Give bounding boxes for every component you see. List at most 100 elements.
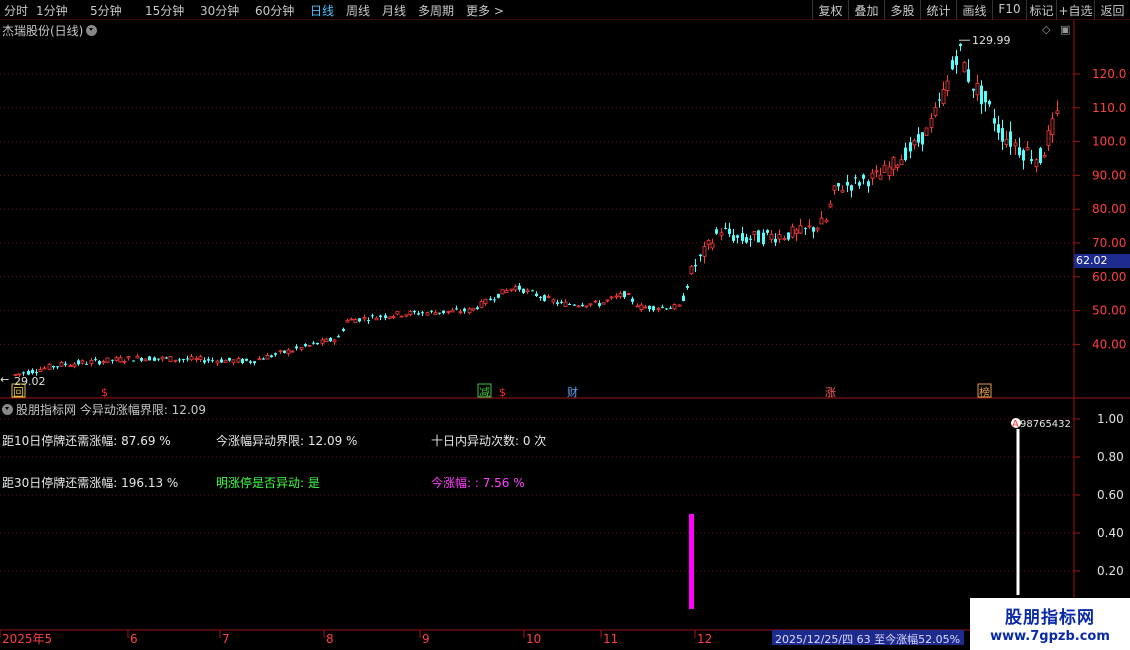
tab-15min[interactable]: 15分钟	[145, 2, 184, 19]
candle-body	[391, 315, 396, 318]
candle-body	[500, 289, 505, 295]
candle-body	[828, 203, 833, 208]
candle-body	[635, 305, 640, 308]
diamond-icon[interactable]: ◇	[1042, 23, 1050, 36]
candle-body	[450, 309, 455, 313]
candle-body	[689, 265, 694, 274]
candle-body	[493, 299, 496, 301]
candle-body	[824, 219, 829, 223]
candle-body	[941, 89, 946, 105]
tab-fenshi[interactable]: 分时	[4, 2, 28, 19]
x-tick-label: 11	[603, 632, 618, 646]
mark-button[interactable]: 标记	[1026, 0, 1056, 20]
candle-body	[794, 229, 799, 235]
candle-body	[522, 288, 525, 293]
candle-body	[741, 233, 744, 241]
tab-60min[interactable]: 60分钟	[255, 2, 294, 19]
candle-body	[1046, 130, 1051, 146]
event-marker-label: 涨	[825, 386, 836, 399]
candle-body	[618, 293, 623, 297]
tab-multi-period[interactable]: 多周期	[418, 2, 454, 19]
tab-30min[interactable]: 30分钟	[200, 2, 239, 19]
tab-daily[interactable]: 日线	[310, 2, 334, 19]
event-marker-label: 财	[567, 385, 578, 399]
candle-body	[819, 217, 824, 225]
signal-marker-glyph: A	[1012, 419, 1019, 430]
tab-weekly[interactable]: 周线	[346, 2, 370, 19]
candle-body	[77, 360, 80, 365]
candle-body	[438, 312, 441, 314]
candle-body	[455, 308, 458, 310]
add-favorite-button[interactable]: +自选	[1056, 0, 1094, 20]
candle-body	[556, 302, 559, 304]
candle-body	[446, 310, 451, 313]
event-marker-label: 减	[479, 386, 490, 399]
candle-body	[790, 226, 795, 238]
multi-stock-button[interactable]: 多股	[884, 0, 920, 20]
tab-monthly[interactable]: 月线	[382, 2, 406, 19]
candle-body	[101, 361, 106, 364]
candle-body	[257, 358, 262, 361]
candle-body	[858, 182, 861, 186]
indicator-title[interactable]: 股朋指标网 今异动涨幅界限: 12.09	[2, 401, 206, 418]
candle-body	[870, 172, 875, 179]
candle-body	[312, 342, 315, 344]
candle-body	[463, 308, 466, 312]
candle-body	[22, 372, 25, 374]
candle-body	[614, 295, 619, 298]
candle-body	[433, 312, 438, 316]
candle-body	[601, 302, 606, 305]
candle-body	[198, 356, 203, 360]
candle-body	[1013, 142, 1018, 147]
candle-body	[656, 307, 661, 310]
fuquan-button[interactable]: 复权	[812, 0, 848, 20]
candle-body	[324, 338, 329, 343]
candle-body	[404, 314, 409, 317]
kline-chart[interactable]: 120.0 110.0 100.0 90.00 80.00 70.00 60.00 50.00…	[0, 20, 1130, 650]
candle-body	[933, 107, 938, 116]
dropdown-circle-icon[interactable]	[86, 25, 98, 36]
candle-body	[1018, 147, 1021, 156]
candle-body	[702, 246, 707, 257]
candle-body	[249, 361, 252, 363]
candle-body	[236, 358, 241, 363]
candle-body	[837, 183, 840, 187]
candle-body	[316, 342, 319, 345]
candle-body	[374, 317, 379, 321]
back-button[interactable]: 返回	[1094, 0, 1130, 20]
candle-body	[362, 317, 367, 320]
candle-body	[143, 358, 148, 362]
panel-toggle-icon[interactable]: ▣	[1060, 23, 1070, 36]
y-tick-label: 110.0	[1092, 101, 1126, 115]
statistics-button[interactable]: 统计	[920, 0, 956, 20]
x-tick-label: 10	[526, 632, 541, 646]
candle-body	[504, 290, 509, 293]
candle-body	[168, 356, 173, 362]
candle-body	[399, 315, 404, 318]
stock-title-text: 杰瑞股份(日线)	[2, 24, 84, 38]
candle-body	[891, 157, 896, 170]
candle-body	[367, 319, 370, 321]
candle-body	[766, 229, 769, 233]
candle-body	[598, 303, 601, 306]
candle-body	[245, 358, 248, 361]
candle-body	[959, 43, 962, 47]
candle-body	[945, 80, 950, 91]
candle-body	[215, 360, 220, 364]
overlay-button[interactable]: 叠加	[848, 0, 884, 20]
candle-body	[699, 254, 702, 257]
draw-line-button[interactable]: 画线	[956, 0, 992, 20]
candle-body	[626, 293, 631, 296]
f10-button[interactable]: F10	[992, 0, 1026, 20]
candle-body	[929, 118, 934, 128]
tab-1min[interactable]: 1分钟	[36, 2, 68, 19]
candle-body	[497, 293, 500, 298]
magenta-signal-bar	[689, 514, 694, 609]
tab-5min[interactable]: 5分钟	[90, 2, 122, 19]
dropdown-circle-icon[interactable]	[2, 404, 13, 415]
y-tick-label: 50.00	[1092, 304, 1126, 318]
candle-body	[955, 56, 958, 65]
stock-title[interactable]: 杰瑞股份(日线)	[2, 22, 98, 39]
candle-body	[220, 359, 223, 363]
tab-more[interactable]: 更多 >	[466, 2, 504, 19]
